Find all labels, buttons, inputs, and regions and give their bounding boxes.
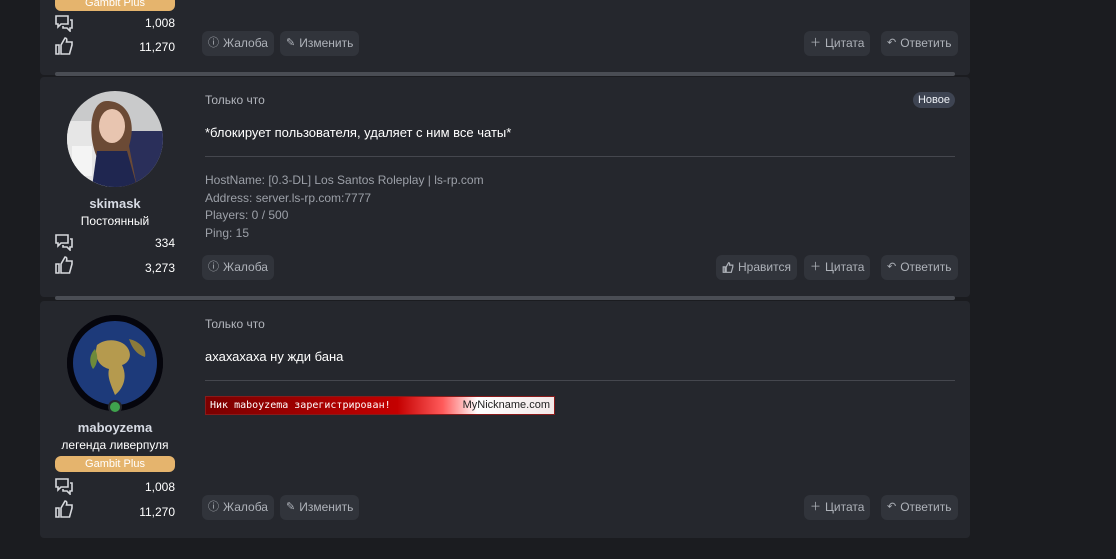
alert-circle-icon: ⓘ xyxy=(208,501,219,513)
reply-icon: ↶ xyxy=(887,501,897,513)
messages-count: 1,008 xyxy=(144,16,175,30)
likes-count: 3,273 xyxy=(144,261,175,275)
plus-icon: ＋ xyxy=(810,261,821,273)
signature-divider xyxy=(205,156,955,157)
banner-text: Ник maboyzema зарегистрирован! xyxy=(210,400,391,411)
reply-button[interactable]: ↶ Ответить xyxy=(881,495,958,520)
plus-icon: ＋ xyxy=(810,501,821,513)
likes-icon xyxy=(55,256,73,274)
reply-button[interactable]: ↶ Ответить xyxy=(881,31,958,56)
post-card: skimask Постоянный 334 3,273 Только что … xyxy=(40,77,970,297)
edit-button[interactable]: ✎ Изменить xyxy=(280,31,360,56)
edit-button[interactable]: ✎ Изменить xyxy=(280,495,360,520)
likes-icon xyxy=(55,500,73,518)
post-separator xyxy=(55,296,955,300)
user-badge: Gambit Plus xyxy=(55,456,175,472)
user-title: Постоянный xyxy=(80,214,150,228)
messages-icon xyxy=(55,478,73,495)
post-separator xyxy=(55,72,955,76)
report-button[interactable]: ⓘ Жалоба xyxy=(202,495,274,520)
alert-circle-icon: ⓘ xyxy=(208,261,219,273)
messages-icon xyxy=(55,15,73,32)
signature-divider xyxy=(205,380,955,381)
pencil-icon: ✎ xyxy=(286,37,296,49)
post-message: *блокирует пользователя, удаляет с ним в… xyxy=(205,125,512,140)
pencil-icon: ✎ xyxy=(286,501,296,513)
post-message: ахахахаха ну жди бана xyxy=(205,349,344,364)
user-title: легенда ливерпуля xyxy=(61,438,169,452)
signature-line: Address: server.ls-rp.com:7777 xyxy=(205,190,372,205)
messages-count: 1,008 xyxy=(144,480,175,494)
reply-icon: ↶ xyxy=(887,37,897,49)
signature-line: Players: 0 / 500 xyxy=(205,208,289,222)
username[interactable]: skimask xyxy=(55,196,175,211)
reply-icon: ↶ xyxy=(887,261,897,273)
post-card: Gambit Plus 1,008 11,270 ⓘ Жалоба ✎ Измени… xyxy=(40,0,970,75)
reply-button[interactable]: ↶ Ответить xyxy=(881,255,958,280)
online-status-icon xyxy=(108,400,122,414)
messages-icon xyxy=(55,234,73,251)
signature: HostName: [0.3-DL] Los Santos Roleplay |… xyxy=(205,172,484,242)
alert-circle-icon: ⓘ xyxy=(208,37,219,49)
like-button[interactable]: Нравится xyxy=(716,255,797,280)
signature-line: HostName: [0.3-DL] Los Santos Roleplay |… xyxy=(205,173,484,187)
post-time[interactable]: Только что xyxy=(205,93,265,107)
signature-line: Ping: 15 xyxy=(205,225,250,240)
avatar[interactable] xyxy=(67,315,163,411)
banner-site: MyNickname.com xyxy=(462,399,550,411)
messages-count: 334 xyxy=(154,236,175,250)
signature-banner[interactable]: Ник maboyzema зарегистрирован! MyNicknam… xyxy=(205,396,555,415)
post-time[interactable]: Только что xyxy=(205,317,265,331)
quote-button[interactable]: ＋ Цитата xyxy=(804,31,871,56)
user-badge: Gambit Plus xyxy=(55,0,175,11)
post-card: maboyzema легенда ливерпуля Gambit Plus … xyxy=(40,301,970,538)
avatar[interactable] xyxy=(67,91,163,187)
likes-count: 11,270 xyxy=(139,505,175,519)
report-button[interactable]: ⓘ Жалоба xyxy=(202,255,274,280)
thumbs-up-icon xyxy=(722,262,734,273)
quote-button[interactable]: ＋ Цитата xyxy=(804,255,871,280)
plus-icon: ＋ xyxy=(810,37,821,49)
quote-button[interactable]: ＋ Цитата xyxy=(804,495,871,520)
username[interactable]: maboyzema xyxy=(55,420,175,435)
likes-icon xyxy=(55,37,73,55)
new-badge: Новое xyxy=(912,92,955,108)
likes-count: 11,270 xyxy=(139,40,175,54)
report-button[interactable]: ⓘ Жалоба xyxy=(202,31,274,56)
